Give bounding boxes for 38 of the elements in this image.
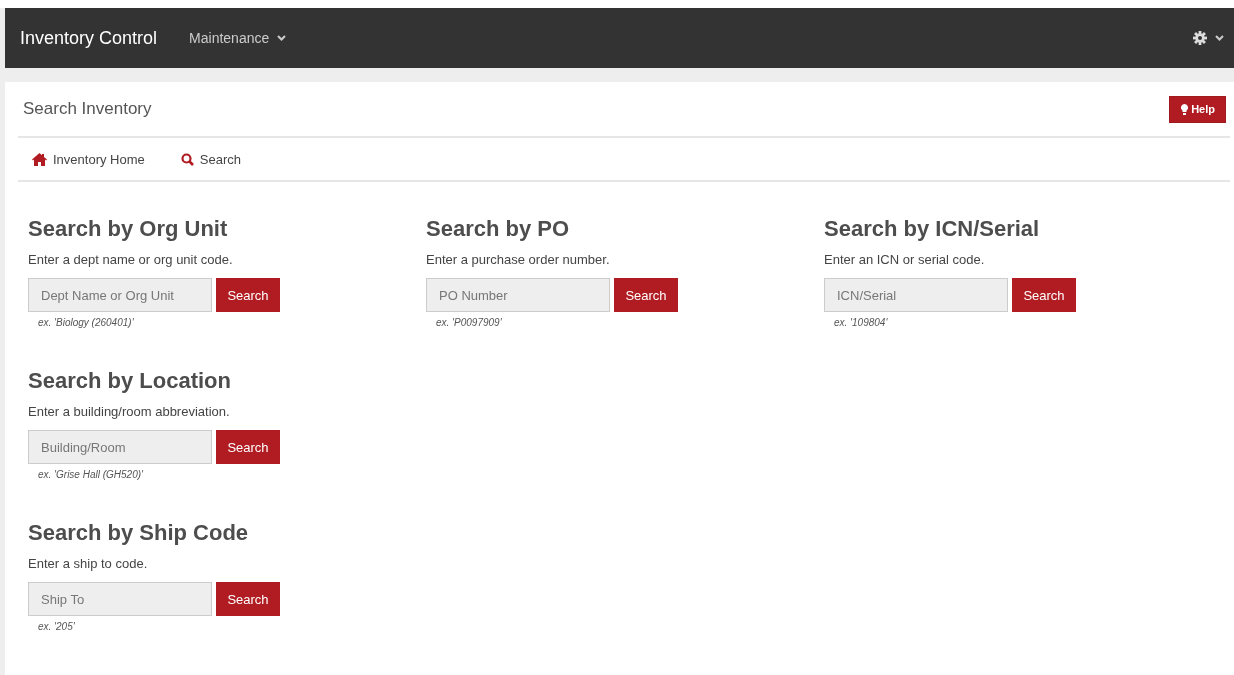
example-hint: ex. 'Biology (260401)': [38, 317, 134, 328]
search-field[interactable]: Dept Name or Org Unit: [28, 278, 212, 312]
example-hint: ex. '205': [38, 621, 75, 632]
section-heading: Search by ICN/Serial: [824, 215, 1040, 243]
example-hint: ex. '109804': [834, 317, 888, 328]
caret-icon: [277, 35, 287, 41]
home-icon: [32, 152, 47, 166]
section-description: Enter a ship to code.: [28, 556, 148, 571]
section-heading: Search by Location: [28, 367, 231, 395]
nav-link[interactable]: Inventory Home: [32, 151, 145, 167]
settings-icon: [1193, 31, 1207, 45]
section-description: Enter a purchase order number.: [426, 252, 610, 267]
section-description: Enter a building/room abbreviation.: [28, 404, 230, 419]
search-field[interactable]: Ship To: [28, 582, 212, 616]
search-button[interactable]: Search: [614, 278, 678, 312]
help-button[interactable]: Help: [1169, 95, 1226, 123]
search-icon: [180, 152, 194, 166]
section-heading: Search by PO: [426, 215, 570, 243]
search-button[interactable]: Search: [1012, 278, 1076, 312]
lightbulb-icon: [1181, 103, 1189, 115]
search-button[interactable]: Search: [216, 278, 280, 312]
example-hint: ex. 'Grise Hall (GH520)': [38, 469, 143, 480]
nav-link[interactable]: Search: [180, 151, 241, 167]
section-heading: Search by Ship Code: [28, 519, 249, 547]
search-button[interactable]: Search: [216, 430, 280, 464]
caret-icon: [1215, 35, 1224, 41]
app-brand[interactable]: Inventory Control: [20, 27, 158, 49]
search-field[interactable]: ICN/Serial: [824, 278, 1008, 312]
section-heading: Search by Org Unit: [28, 215, 228, 243]
search-field[interactable]: Building/Room: [28, 430, 212, 464]
search-field[interactable]: PO Number: [426, 278, 610, 312]
section-description: Enter an ICN or serial code.: [824, 252, 985, 267]
nav-menu[interactable]: Maintenance: [189, 30, 287, 46]
settings-menu[interactable]: [1193, 31, 1224, 45]
page-title: Search Inventory: [23, 99, 152, 119]
section-description: Enter a dept name or org unit code.: [28, 252, 233, 267]
example-hint: ex. 'P0097909': [436, 317, 502, 328]
search-button[interactable]: Search: [216, 582, 280, 616]
